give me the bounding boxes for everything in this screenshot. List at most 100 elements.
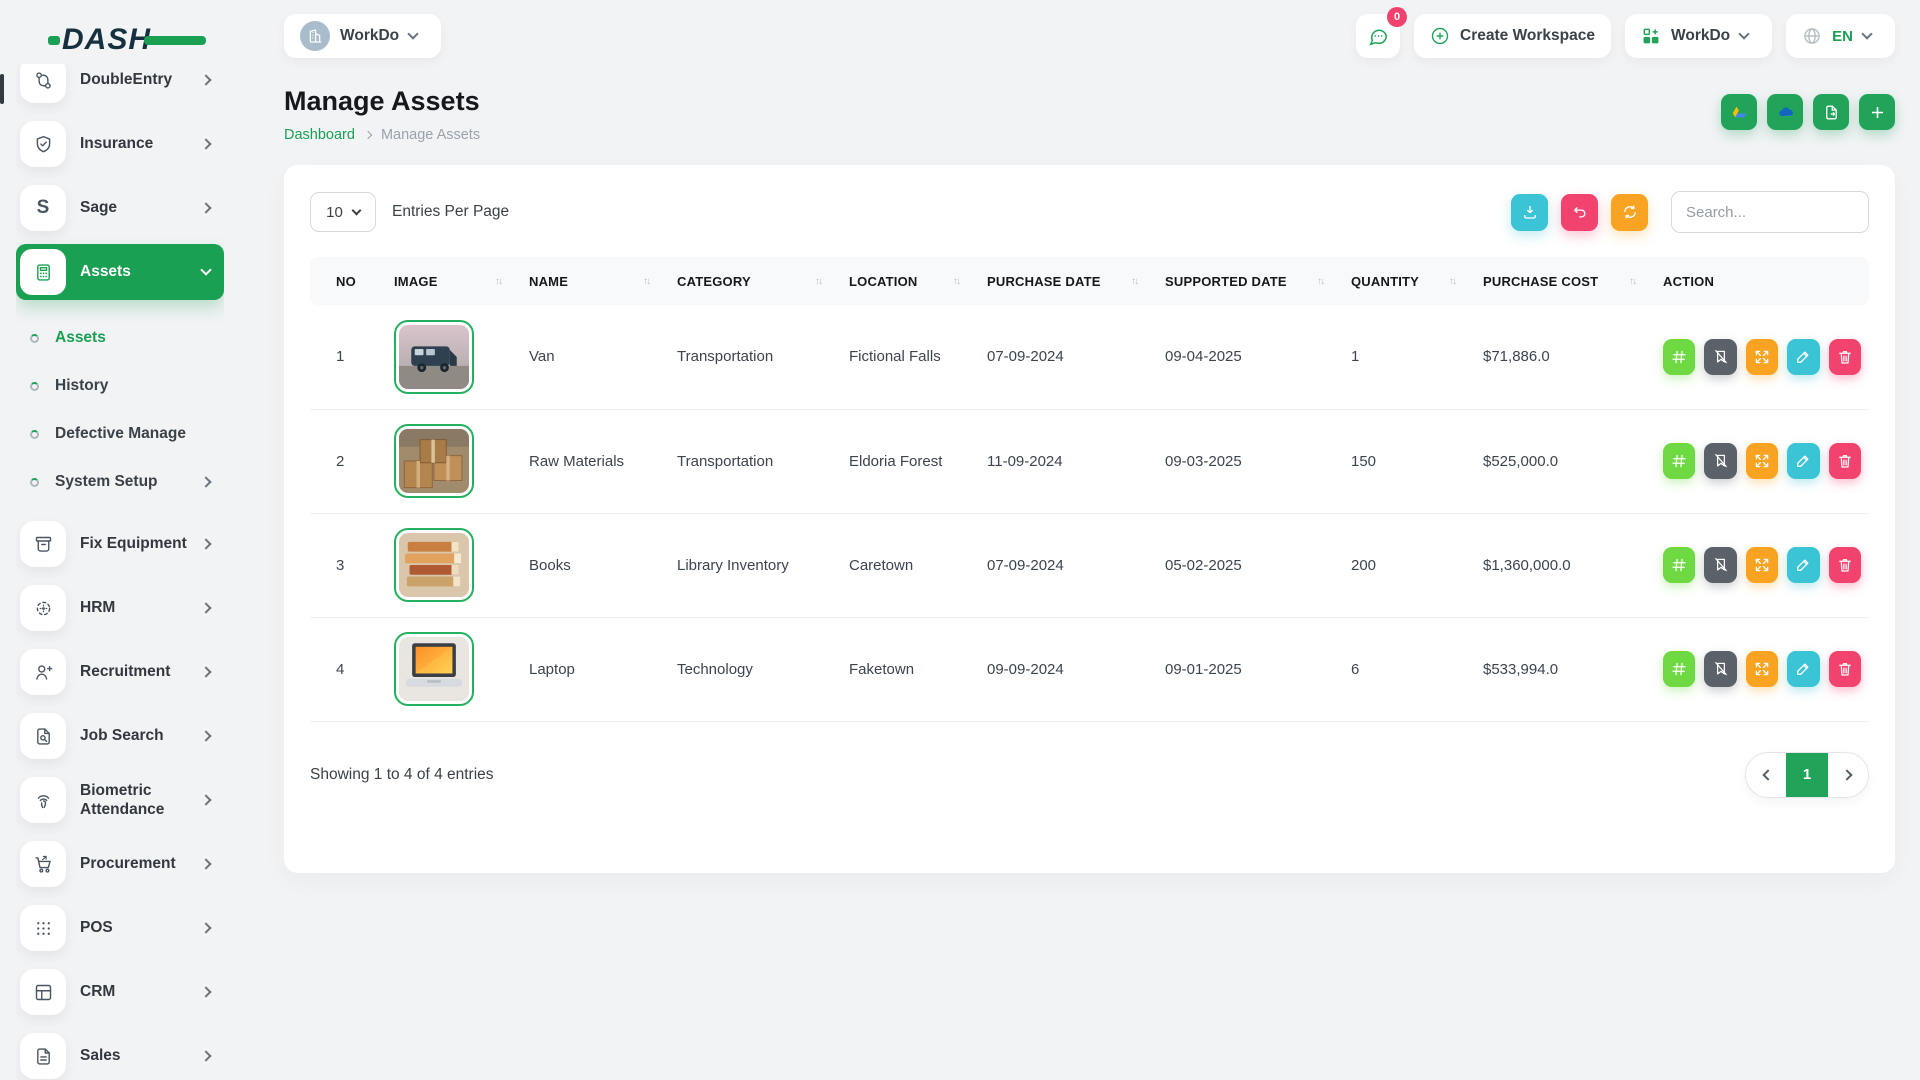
previous-page-button[interactable] xyxy=(1746,752,1786,798)
hash-button[interactable] xyxy=(1663,339,1695,375)
table-controls: 10 Entries Per Page xyxy=(310,191,1869,233)
chevron-right-icon xyxy=(200,202,211,213)
sort-icon[interactable]: ↑↓ xyxy=(643,276,655,287)
asset-image-books-photo[interactable] xyxy=(394,528,474,602)
sage-icon: S xyxy=(20,185,66,231)
add-asset-button[interactable] xyxy=(1859,94,1895,130)
undo-button[interactable] xyxy=(1561,194,1598,231)
sidebar-item-fix-equipment[interactable]: Fix Equipment xyxy=(16,516,224,572)
grid-plus-icon xyxy=(1641,26,1661,46)
expand-button[interactable] xyxy=(1746,547,1778,583)
hash-button[interactable] xyxy=(1663,651,1695,687)
sidebar-scrollbar[interactable] xyxy=(0,74,4,104)
column-header-no: NO xyxy=(310,257,380,305)
sort-icon[interactable]: ↑↓ xyxy=(1131,276,1143,287)
table-header-row: NOIMAGE↑↓NAME↑↓CATEGORY↑↓LOCATION↑↓PURCH… xyxy=(310,257,1869,305)
refresh-button[interactable] xyxy=(1611,194,1648,231)
sidebar-item-insurance[interactable]: Insurance xyxy=(16,116,224,172)
language-selector[interactable]: EN xyxy=(1786,14,1895,58)
fix-equipment-icon xyxy=(20,521,66,567)
sidebar-subitem-assets[interactable]: Assets xyxy=(30,314,224,362)
bookmark-off-button[interactable] xyxy=(1704,547,1736,583)
sidebar-item-label: Biometric Attendance xyxy=(80,781,188,820)
column-header-location[interactable]: LOCATION↑↓ xyxy=(835,257,973,305)
messages-button[interactable]: 0 xyxy=(1356,14,1400,58)
sidebar-item-crm[interactable]: CRM xyxy=(16,964,224,1020)
column-header-purchase-cost[interactable]: PURCHASE COST↑↓ xyxy=(1469,257,1649,305)
edit-button[interactable] xyxy=(1787,651,1819,687)
workspace-selector[interactable]: WorkDo xyxy=(284,14,441,58)
sort-icon[interactable]: ↑↓ xyxy=(1629,276,1641,287)
edit-button[interactable] xyxy=(1787,339,1819,375)
sidebar-item-doubleentry[interactable]: DoubleEntry xyxy=(16,64,224,108)
sidebar-item-label: POS xyxy=(80,918,188,937)
column-header-purchase-date[interactable]: PURCHASE DATE↑↓ xyxy=(973,257,1151,305)
google-drive-button[interactable] xyxy=(1721,94,1757,130)
cell-name: Books xyxy=(515,513,663,617)
cell-name: Van xyxy=(515,305,663,409)
chevron-right-icon xyxy=(200,476,211,487)
cell-supported-date: 09-01-2025 xyxy=(1151,617,1337,721)
delete-button[interactable] xyxy=(1829,547,1861,583)
workdo-menu-button[interactable]: WorkDo xyxy=(1625,14,1772,58)
cell-action xyxy=(1649,409,1869,513)
hash-icon xyxy=(1670,660,1688,678)
hash-button[interactable] xyxy=(1663,443,1695,479)
asset-image-boxes-photo[interactable] xyxy=(394,424,474,498)
bookmark-off-button[interactable] xyxy=(1704,443,1736,479)
sidebar-item-hrm[interactable]: HRM xyxy=(16,580,224,636)
table-body: 1VanTransportationFictional Falls07-09-2… xyxy=(310,305,1869,721)
edit-button[interactable] xyxy=(1787,547,1819,583)
sort-icon[interactable]: ↑↓ xyxy=(1317,276,1329,287)
breadcrumb-dashboard-link[interactable]: Dashboard xyxy=(284,127,355,143)
bookmark-off-button[interactable] xyxy=(1704,339,1736,375)
bookmark-off-button[interactable] xyxy=(1704,651,1736,687)
sidebar-item-procurement[interactable]: Procurement xyxy=(16,836,224,892)
cell-action xyxy=(1649,617,1869,721)
sidebar-item-recruitment[interactable]: Recruitment xyxy=(16,644,224,700)
column-header-supported-date[interactable]: SUPPORTED DATE↑↓ xyxy=(1151,257,1337,305)
entries-per-page-select[interactable]: 10 xyxy=(310,192,376,232)
expand-button[interactable] xyxy=(1746,443,1778,479)
delete-button[interactable] xyxy=(1829,339,1861,375)
sort-icon[interactable]: ↑↓ xyxy=(1449,276,1461,287)
bookmark-off-icon xyxy=(1712,660,1730,678)
sidebar-item-job-search[interactable]: Job Search xyxy=(16,708,224,764)
cell-purchase-cost: $533,994.0 xyxy=(1469,617,1649,721)
next-page-button[interactable] xyxy=(1828,752,1868,798)
column-header-name[interactable]: NAME↑↓ xyxy=(515,257,663,305)
sidebar-item-pos[interactable]: POS xyxy=(16,900,224,956)
asset-image-laptop-photo[interactable] xyxy=(394,632,474,706)
hash-button[interactable] xyxy=(1663,547,1695,583)
create-workspace-button[interactable]: Create Workspace xyxy=(1414,14,1611,58)
search-input[interactable] xyxy=(1671,191,1869,233)
sort-icon[interactable]: ↑↓ xyxy=(495,276,507,287)
sidebar-subitem-system-setup[interactable]: System Setup xyxy=(30,458,224,506)
dash-logo[interactable]: DASH xyxy=(16,18,224,62)
sidebar-item-biometric-attendance[interactable]: Biometric Attendance xyxy=(16,772,224,828)
sidebar-item-sage[interactable]: SSage xyxy=(16,180,224,236)
edit-button[interactable] xyxy=(1787,443,1819,479)
export-file-button[interactable] xyxy=(1813,94,1849,130)
expand-button[interactable] xyxy=(1746,651,1778,687)
download-button[interactable] xyxy=(1511,194,1548,231)
chevron-right-icon xyxy=(200,138,211,149)
asset-image-van-photo[interactable] xyxy=(394,320,474,394)
sidebar-subitem-history[interactable]: History xyxy=(30,362,224,410)
sort-icon[interactable]: ↑↓ xyxy=(815,276,827,287)
delete-button[interactable] xyxy=(1829,651,1861,687)
chevron-left-icon xyxy=(1762,769,1773,780)
sidebar-subitem-defective-manage[interactable]: Defective Manage xyxy=(30,410,224,458)
column-header-category[interactable]: CATEGORY↑↓ xyxy=(663,257,835,305)
column-header-image[interactable]: IMAGE↑↓ xyxy=(380,257,515,305)
sort-icon[interactable]: ↑↓ xyxy=(953,276,965,287)
sidebar-item-assets[interactable]: Assets xyxy=(16,244,224,300)
sidebar-item-sales[interactable]: Sales xyxy=(16,1028,224,1080)
page-number-active[interactable]: 1 xyxy=(1786,752,1828,798)
column-header-quantity[interactable]: QUANTITY↑↓ xyxy=(1337,257,1469,305)
delete-button[interactable] xyxy=(1829,443,1861,479)
assets-card: 10 Entries Per Page NOIMAGE↑↓NAME↑↓CATEG… xyxy=(284,165,1895,873)
expand-button[interactable] xyxy=(1746,339,1778,375)
cell-no: 2 xyxy=(310,409,380,513)
onedrive-button[interactable] xyxy=(1767,94,1803,130)
